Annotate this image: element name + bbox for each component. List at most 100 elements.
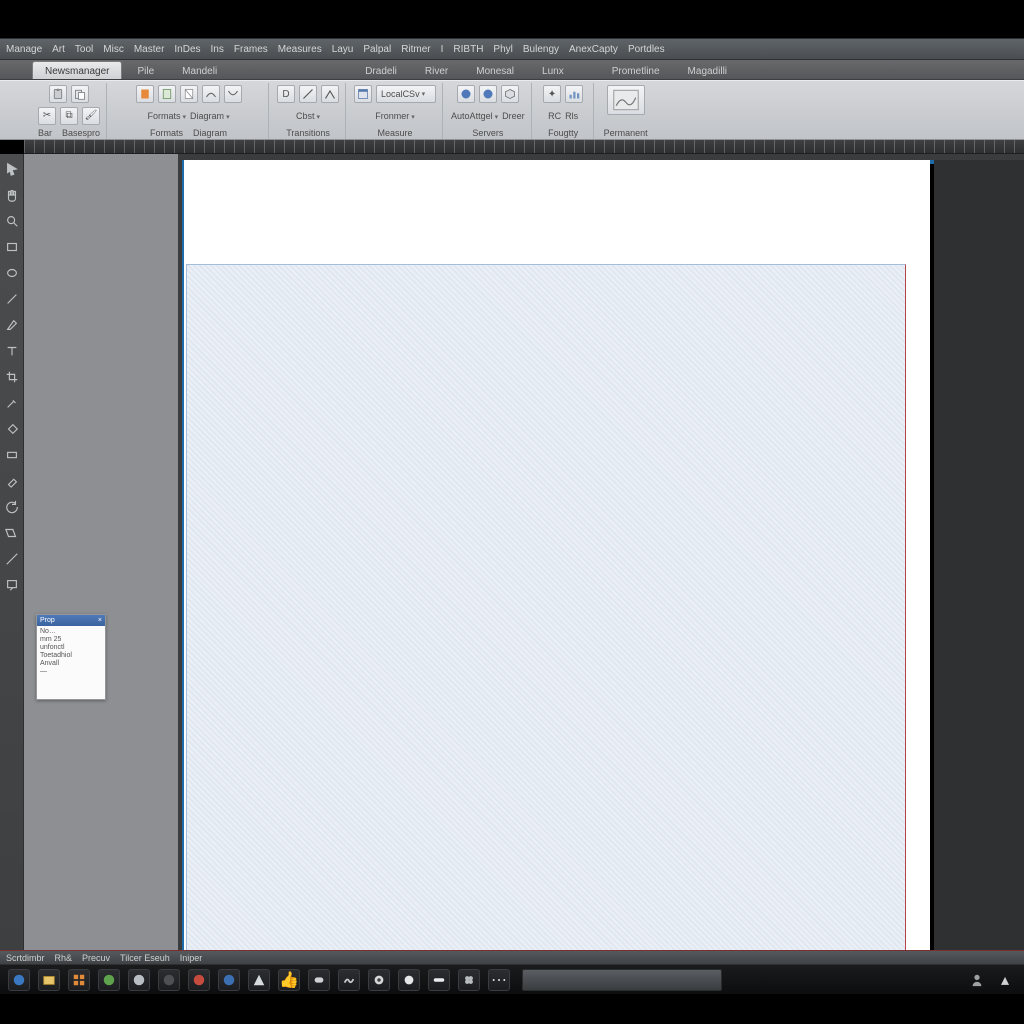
autoattgel-dropdown[interactable]: AutoAttgel (451, 111, 498, 121)
eyedrop-tool-icon[interactable] (3, 394, 21, 412)
tab-newsmanager[interactable]: Newsmanager (32, 61, 122, 79)
gradient-tool-icon[interactable] (3, 446, 21, 464)
d-shape-icon[interactable]: D (277, 85, 295, 103)
status-item[interactable]: Rh& (55, 953, 73, 963)
rotate-tool-icon[interactable] (3, 498, 21, 516)
more-icon[interactable]: ⋯ (488, 969, 510, 991)
measure-tool-icon[interactable] (3, 550, 21, 568)
globe2-icon[interactable] (479, 85, 497, 103)
prop-row[interactable]: No… (40, 628, 102, 635)
clipboard-icon[interactable] (49, 85, 67, 103)
tab-lunx[interactable]: Lunx (529, 61, 577, 79)
menu-item-palpal[interactable]: Palpal (363, 44, 391, 55)
menu-item-layu[interactable]: Layu (332, 44, 354, 55)
tray-person-icon[interactable] (966, 969, 988, 991)
panel-icon[interactable] (354, 85, 372, 103)
menu-item-manage[interactable]: Manage (6, 44, 42, 55)
app4-icon[interactable] (98, 969, 120, 991)
cube-icon[interactable] (501, 85, 519, 103)
app7-icon[interactable] (188, 969, 210, 991)
hand-tool-icon[interactable] (3, 186, 21, 204)
crop-tool-icon[interactable] (3, 368, 21, 386)
select-tool-icon[interactable] (3, 160, 21, 178)
status-item[interactable]: Scrtdimbr (6, 953, 45, 963)
status-item[interactable]: Precuv (82, 953, 110, 963)
bucket-tool-icon[interactable] (3, 420, 21, 438)
tab-river[interactable]: River (412, 61, 461, 79)
dot-icon[interactable] (398, 969, 420, 991)
prop-row[interactable]: unfonctl (40, 644, 102, 651)
prop-row[interactable]: Anvall (40, 660, 102, 667)
menu-item-portdles[interactable]: Portdles (628, 44, 665, 55)
paste-icon[interactable] (71, 85, 89, 103)
menu-item-art[interactable]: Art (52, 44, 65, 55)
properties-panel-header[interactable]: Prop × (37, 615, 105, 626)
menu-item-indes[interactable]: InDes (174, 44, 200, 55)
menu-item-measures[interactable]: Measures (278, 44, 322, 55)
tab-pile[interactable]: Pile (124, 61, 167, 79)
localcsv-combo[interactable]: LocalCSv (376, 85, 436, 103)
page-icon[interactable] (136, 85, 154, 103)
app12-icon[interactable] (338, 969, 360, 991)
preview-thumbnail-icon[interactable] (607, 85, 645, 115)
line-tool-icon[interactable] (3, 290, 21, 308)
text-tool-icon[interactable] (3, 342, 21, 360)
tray-chevron-icon[interactable]: ▴ (994, 969, 1016, 991)
new-doc-icon[interactable] (180, 85, 198, 103)
status-item[interactable]: Iniper (180, 953, 203, 963)
menu-item-phyl[interactable]: Phyl (493, 44, 512, 55)
menu-item-tool[interactable]: Tool (75, 44, 93, 55)
connector-icon[interactable] (202, 85, 220, 103)
angle-icon[interactable] (321, 85, 339, 103)
app5-icon[interactable] (128, 969, 150, 991)
wand-icon[interactable]: ✦ (543, 85, 561, 103)
menu-item-bulengy[interactable]: Bulengy (523, 44, 559, 55)
prop-row[interactable]: mm 25 (40, 636, 102, 643)
explorer-icon[interactable] (38, 969, 60, 991)
tab-prometline[interactable]: Prometline (599, 61, 673, 79)
menu-item-misc[interactable]: Misc (103, 44, 124, 55)
thumb-icon[interactable]: 👍 (278, 969, 300, 991)
page2-icon[interactable] (158, 85, 176, 103)
pill-icon[interactable] (428, 969, 450, 991)
tab-mandeli[interactable]: Mandeli (169, 61, 230, 79)
globe-icon[interactable] (457, 85, 475, 103)
menu-item-i[interactable]: I (441, 44, 444, 55)
fronmer-dropdown[interactable]: Fronmer (375, 111, 415, 121)
menu-item-frames[interactable]: Frames (234, 44, 268, 55)
properties-panel[interactable]: Prop × No… mm 25 unfonctl Toetadhiol Anv… (36, 614, 106, 700)
start-button-icon[interactable] (8, 969, 30, 991)
app9-icon[interactable] (248, 969, 270, 991)
erase-tool-icon[interactable] (3, 472, 21, 490)
ellipse-tool-icon[interactable] (3, 264, 21, 282)
connector2-icon[interactable] (224, 85, 242, 103)
prop-row[interactable]: Toetadhiol (40, 652, 102, 659)
menu-item-ritmer[interactable]: Ritmer (401, 44, 430, 55)
app6-icon[interactable] (158, 969, 180, 991)
menu-item-anexcapty[interactable]: AnexCapty (569, 44, 618, 55)
shear-tool-icon[interactable] (3, 524, 21, 542)
zoom-tool-icon[interactable] (3, 212, 21, 230)
menu-item-master[interactable]: Master (134, 44, 165, 55)
format-painter-icon[interactable]: 🖌 (82, 107, 100, 125)
cut-icon[interactable]: ✂ (38, 107, 56, 125)
pen-tool-icon[interactable] (3, 316, 21, 334)
taskbar-active-window[interactable] (522, 969, 722, 991)
close-icon[interactable]: × (98, 617, 102, 624)
line-icon[interactable] (299, 85, 317, 103)
diagram-dropdown[interactable]: Diagram (190, 111, 230, 121)
tab-magadilli[interactable]: Magadilli (675, 61, 740, 79)
status-item[interactable]: Tilcer Eseuh (120, 953, 170, 963)
app11-icon[interactable] (308, 969, 330, 991)
canvas-page[interactable] (186, 264, 906, 950)
tab-monesal[interactable]: Monesal (463, 61, 527, 79)
rect-tool-icon[interactable] (3, 238, 21, 256)
prop-row[interactable]: — (40, 668, 102, 675)
chart-icon[interactable] (565, 85, 583, 103)
tab-dradeli[interactable]: Dradeli (352, 61, 410, 79)
record-icon[interactable] (368, 969, 390, 991)
menu-item-ins[interactable]: Ins (211, 44, 224, 55)
app8-icon[interactable] (218, 969, 240, 991)
clover-icon[interactable] (458, 969, 480, 991)
formats-dropdown[interactable]: Formats (148, 111, 187, 121)
